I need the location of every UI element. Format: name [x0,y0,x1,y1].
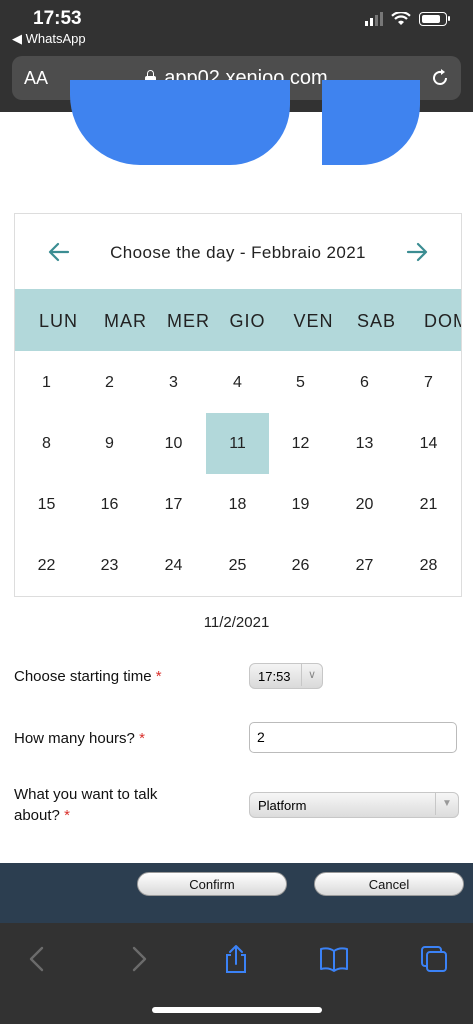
logo-shape-left [70,80,290,165]
day-cell[interactable]: 6 [333,352,396,413]
day-cell[interactable]: 25 [206,535,269,596]
battery-icon [419,12,450,26]
day-cell[interactable]: 28 [397,535,460,596]
day-cell[interactable]: 7 [397,352,460,413]
logo-shape-right [322,80,420,165]
share-icon[interactable] [220,943,252,975]
day-cell[interactable]: 2 [78,352,141,413]
start-time-select[interactable]: 17:53 ∨ [249,663,323,689]
back-arrow-icon[interactable] [22,943,54,975]
calendar-title: Choose the day - Febbraio 2021 [110,243,366,262]
form-footer: Confirm Cancel [0,863,473,923]
day-cell[interactable]: 17 [142,474,205,535]
weekday-label: SAB [356,311,397,331]
calendar: Choose the day - Febbraio 2021 LUN MAR M… [14,213,462,597]
hours-label: How many hours? * [14,730,145,747]
day-cell[interactable]: 19 [269,474,332,535]
weekday-header: LUN MAR MER GIO VEN SAB DOM [15,289,461,351]
home-indicator [152,1007,322,1013]
forward-arrow-icon[interactable] [122,943,154,975]
chevron-down-icon: ▼ [435,793,458,815]
status-time: 17:53 [33,8,82,29]
back-to-whatsapp[interactable]: ◀ WhatsApp [12,31,86,47]
weekday-label: GIO [229,311,266,331]
wifi-icon [391,12,411,25]
day-cell[interactable]: 8 [15,413,78,474]
weekday-label: LUN [38,311,78,331]
topic-label: What you want to talk about? * [14,786,158,824]
day-cell[interactable]: 13 [333,413,396,474]
day-cell[interactable]: 12 [269,413,332,474]
day-cell[interactable]: 20 [333,474,396,535]
day-cell[interactable]: 21 [397,474,460,535]
weekday-label: MER [167,311,210,331]
day-cell[interactable]: 5 [269,352,332,413]
day-cell[interactable]: 24 [142,535,205,596]
day-cell[interactable]: 1 [15,352,78,413]
next-month-arrow-icon[interactable] [404,239,430,265]
day-cell[interactable]: 11 [206,413,269,474]
hours-input[interactable]: 2 [249,722,457,753]
start-time-label: Choose starting time * [14,668,162,685]
selected-date: 11/2/2021 [203,614,270,631]
calendar-header: Choose the day - Febbraio 2021 [15,214,461,289]
weekday-label: MAR [104,311,147,331]
status-icons [365,12,450,26]
tabs-icon[interactable] [418,943,450,975]
day-cell[interactable]: 9 [78,413,141,474]
day-cell[interactable]: 3 [142,352,205,413]
topic-select[interactable]: Platform ▼ [249,792,459,818]
chevron-down-icon: ∨ [301,664,322,686]
day-cell[interactable]: 10 [142,413,205,474]
day-cell[interactable]: 22 [15,535,78,596]
bookmarks-icon[interactable] [318,943,350,975]
day-cell[interactable]: 23 [78,535,141,596]
weekday-label: VEN [293,311,334,331]
confirm-button[interactable]: Confirm [137,872,287,896]
reload-icon[interactable] [429,67,451,89]
day-cell[interactable]: 18 [206,474,269,535]
day-cell[interactable]: 15 [15,474,78,535]
day-cell[interactable]: 27 [333,535,396,596]
day-cell[interactable]: 14 [397,413,460,474]
signal-icon [365,12,383,26]
day-cell[interactable]: 16 [78,474,141,535]
day-cell[interactable]: 26 [269,535,332,596]
weekday-label: DOM [424,311,461,331]
day-cell[interactable]: 4 [206,352,269,413]
cancel-button[interactable]: Cancel [314,872,464,896]
